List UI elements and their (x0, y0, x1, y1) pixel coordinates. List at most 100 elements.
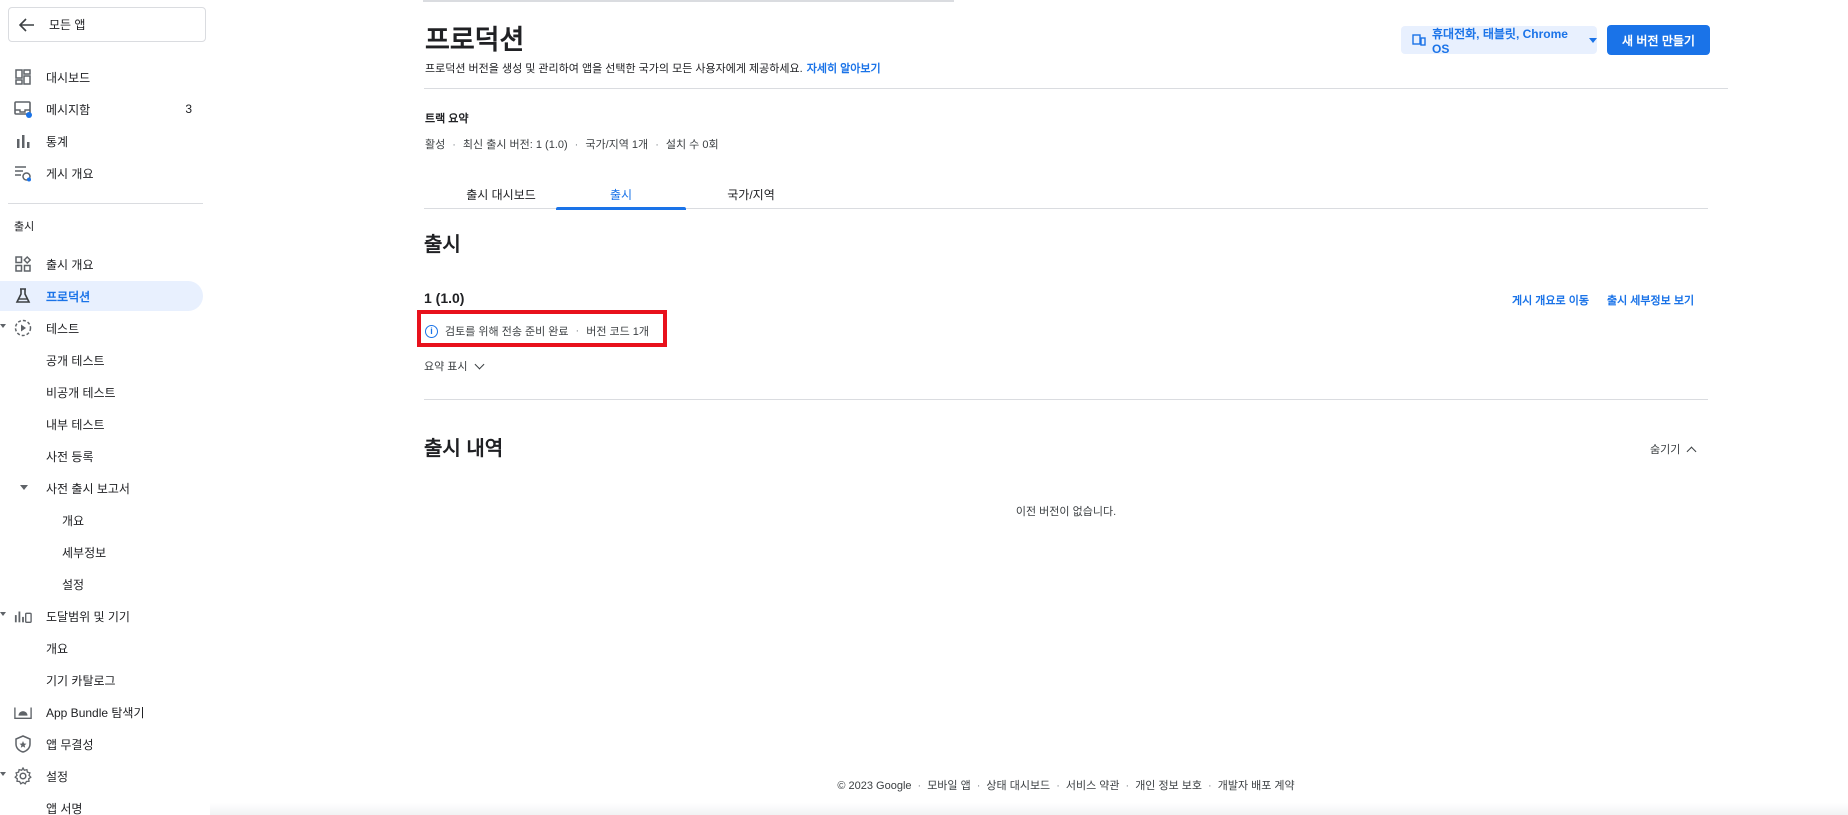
go-to-publishing-overview-link[interactable]: 게시 개요로 이동 (1512, 292, 1589, 308)
sidebar-item-pre-registration[interactable]: 사전 등록 (0, 441, 205, 471)
sidebar-item-inbox[interactable]: 메시지함 3 (0, 94, 205, 124)
track-summary-title: 트랙 요약 (425, 113, 469, 125)
arrow-back-icon (19, 16, 37, 34)
hide-history-toggle[interactable]: 숨기기 (1650, 441, 1697, 457)
release-history-title: 출시 내역 (424, 438, 504, 460)
view-release-details-link[interactable]: 출시 세부정보 보기 (1607, 292, 1694, 308)
footer-link-privacy[interactable]: 개인 정보 보호 (1135, 780, 1202, 792)
page-description: 프로덕션 버전을 생성 및 관리하여 앱을 선택한 국가의 모든 사용자에게 제… (425, 60, 881, 76)
sidebar-item-label: 게시 개요 (46, 166, 94, 181)
sidebar: 모든 앱 대시보드 메시지함 3 통계 게시 개요 출시 출시 개요 프로덕션 … (0, 0, 210, 815)
footer-link-terms[interactable]: 서비스 약관 (1066, 780, 1120, 792)
create-new-release-button[interactable]: 새 버전 만들기 (1607, 25, 1710, 55)
reach-devices-icon (14, 607, 32, 625)
footer-link-dda[interactable]: 개발자 배포 계약 (1218, 780, 1295, 792)
footer-link-status-dashboard[interactable]: 상태 대시보드 (986, 780, 1050, 792)
release-status: i 검토를 위해 전송 준비 완료 · 버전 코드 1개 (425, 323, 649, 339)
sidebar-item-label: 비공개 테스트 (46, 385, 116, 400)
android-bundle-icon (14, 703, 32, 721)
sidebar-item-closed-testing[interactable]: 비공개 테스트 (0, 377, 205, 407)
sidebar-item-label: 대시보드 (46, 70, 91, 85)
sidebar-item-dashboard[interactable]: 대시보드 (0, 62, 205, 92)
sidebar-item-label: 내부 테스트 (46, 417, 105, 432)
expand-caret-icon[interactable] (0, 612, 6, 616)
sidebar-item-report-overview[interactable]: 개요 (0, 505, 205, 535)
shield-icon (14, 735, 32, 753)
sidebar-item-statistics[interactable]: 통계 (0, 126, 205, 156)
sidebar-section-release: 출시 (14, 221, 35, 233)
sidebar-item-label: 출시 개요 (46, 257, 94, 272)
track-status: 활성 (425, 139, 446, 151)
info-icon: i (425, 324, 438, 338)
footer: © 2023 Google · 모바일 앱 · 상태 대시보드 · 서비스 약관 · 개인 정보… (837, 780, 1295, 792)
countries-count: 국가/지역 1개 (585, 139, 649, 151)
sidebar-item-report-details[interactable]: 세부정보 (0, 537, 205, 567)
sidebar-item-production[interactable]: 프로덕션 (0, 281, 203, 311)
sidebar-item-pre-launch-report[interactable]: 사전 출시 보고서 (0, 473, 205, 503)
sidebar-item-release-overview[interactable]: 출시 개요 (0, 249, 205, 279)
sidebar-item-app-signing[interactable]: 앱 서명 (0, 793, 205, 815)
sidebar-item-device-catalog[interactable]: 기기 카탈로그 (0, 665, 205, 695)
sidebar-item-internal-testing[interactable]: 내부 테스트 (0, 409, 205, 439)
sidebar-item-label: 앱 서명 (46, 801, 83, 815)
device-type-selector[interactable]: 휴대전화, 태블릿, Chrome OS (1401, 26, 1597, 56)
release-status-text: 검토를 위해 전송 준비 완료 (445, 326, 569, 338)
sidebar-item-settings[interactable]: 설정 (0, 761, 205, 791)
releases-section-title: 출시 (424, 234, 461, 256)
show-summary-label: 요약 표시 (424, 361, 468, 373)
release-name: 1 (1.0) (424, 290, 465, 306)
show-summary-toggle[interactable]: 요약 표시 (424, 358, 484, 374)
chevron-down-icon (1589, 37, 1597, 43)
devices-icon (1412, 34, 1426, 46)
sidebar-item-label: 통계 (46, 134, 69, 149)
version-codes: 버전 코드 1개 (586, 326, 650, 338)
sidebar-item-app-integrity[interactable]: 앱 무결성 (0, 729, 205, 759)
page-title: 프로덕션 (425, 25, 525, 55)
release-overview-icon (14, 255, 32, 273)
sidebar-item-label: 테스트 (46, 321, 80, 336)
learn-more-link[interactable]: 자세히 알아보기 (807, 63, 881, 75)
top-scroll-indicator (423, 0, 954, 2)
empty-history-message: 이전 버전이 없습니다. (1015, 506, 1117, 518)
tab-releases[interactable]: 출시 (556, 180, 686, 210)
expand-caret-icon[interactable] (0, 772, 6, 776)
sidebar-item-label: 메시지함 (46, 102, 91, 117)
hide-label: 숨기기 (1650, 444, 1681, 456)
sidebar-item-testing[interactable]: 테스트 (0, 313, 205, 343)
section-divider (424, 399, 1708, 400)
sidebar-item-label: 사전 등록 (46, 449, 94, 464)
sidebar-item-publishing-overview[interactable]: 게시 개요 (0, 158, 205, 188)
copyright: © 2023 Google (837, 780, 912, 792)
expand-caret-icon[interactable] (0, 324, 6, 328)
sidebar-item-label: 도달범위 및 기기 (46, 609, 130, 624)
device-type-label: 휴대전화, 태블릿, Chrome OS (1432, 26, 1568, 56)
chevron-down-icon (474, 359, 484, 369)
unread-count: 3 (185, 102, 192, 116)
sidebar-item-label: 설정 (62, 577, 85, 592)
sidebar-item-label: 세부정보 (62, 545, 107, 560)
footer-link-mobile-app[interactable]: 모바일 앱 (927, 780, 971, 792)
all-apps-button[interactable]: 모든 앱 (8, 7, 206, 42)
install-count: 설치 수 0회 (665, 139, 719, 151)
bar-chart-icon (14, 132, 32, 150)
sidebar-item-report-settings[interactable]: 설정 (0, 569, 205, 599)
sidebar-divider (8, 203, 203, 204)
tab-release-dashboard[interactable]: 출시 대시보드 (436, 180, 566, 209)
tab-countries[interactable]: 국가/지역 (686, 180, 816, 209)
inbox-icon (14, 100, 32, 118)
sidebar-item-label: 프로덕션 (46, 289, 91, 304)
sidebar-item-label: 앱 무결성 (46, 737, 94, 752)
all-apps-label: 모든 앱 (49, 18, 86, 32)
testing-icon (14, 319, 32, 337)
sidebar-item-reach-devices[interactable]: 도달범위 및 기기 (0, 601, 205, 631)
latest-release: 최신 출시 버전: 1 (1.0) (462, 139, 568, 151)
sidebar-item-label: 개요 (46, 641, 69, 656)
sidebar-item-reach-overview[interactable]: 개요 (0, 633, 205, 663)
expand-caret-icon[interactable] (20, 485, 28, 490)
sidebar-item-label: 공개 테스트 (46, 353, 105, 368)
sidebar-item-label: 개요 (62, 513, 85, 528)
sidebar-item-open-testing[interactable]: 공개 테스트 (0, 345, 205, 375)
track-summary: 활성 · 최신 출시 버전: 1 (1.0) · 국가/지역 1개 · 설치 수 0회 (425, 139, 719, 151)
sidebar-item-app-bundle-explorer[interactable]: App Bundle 탐색기 (0, 697, 205, 727)
sidebar-item-label: 사전 출시 보고서 (46, 481, 130, 496)
